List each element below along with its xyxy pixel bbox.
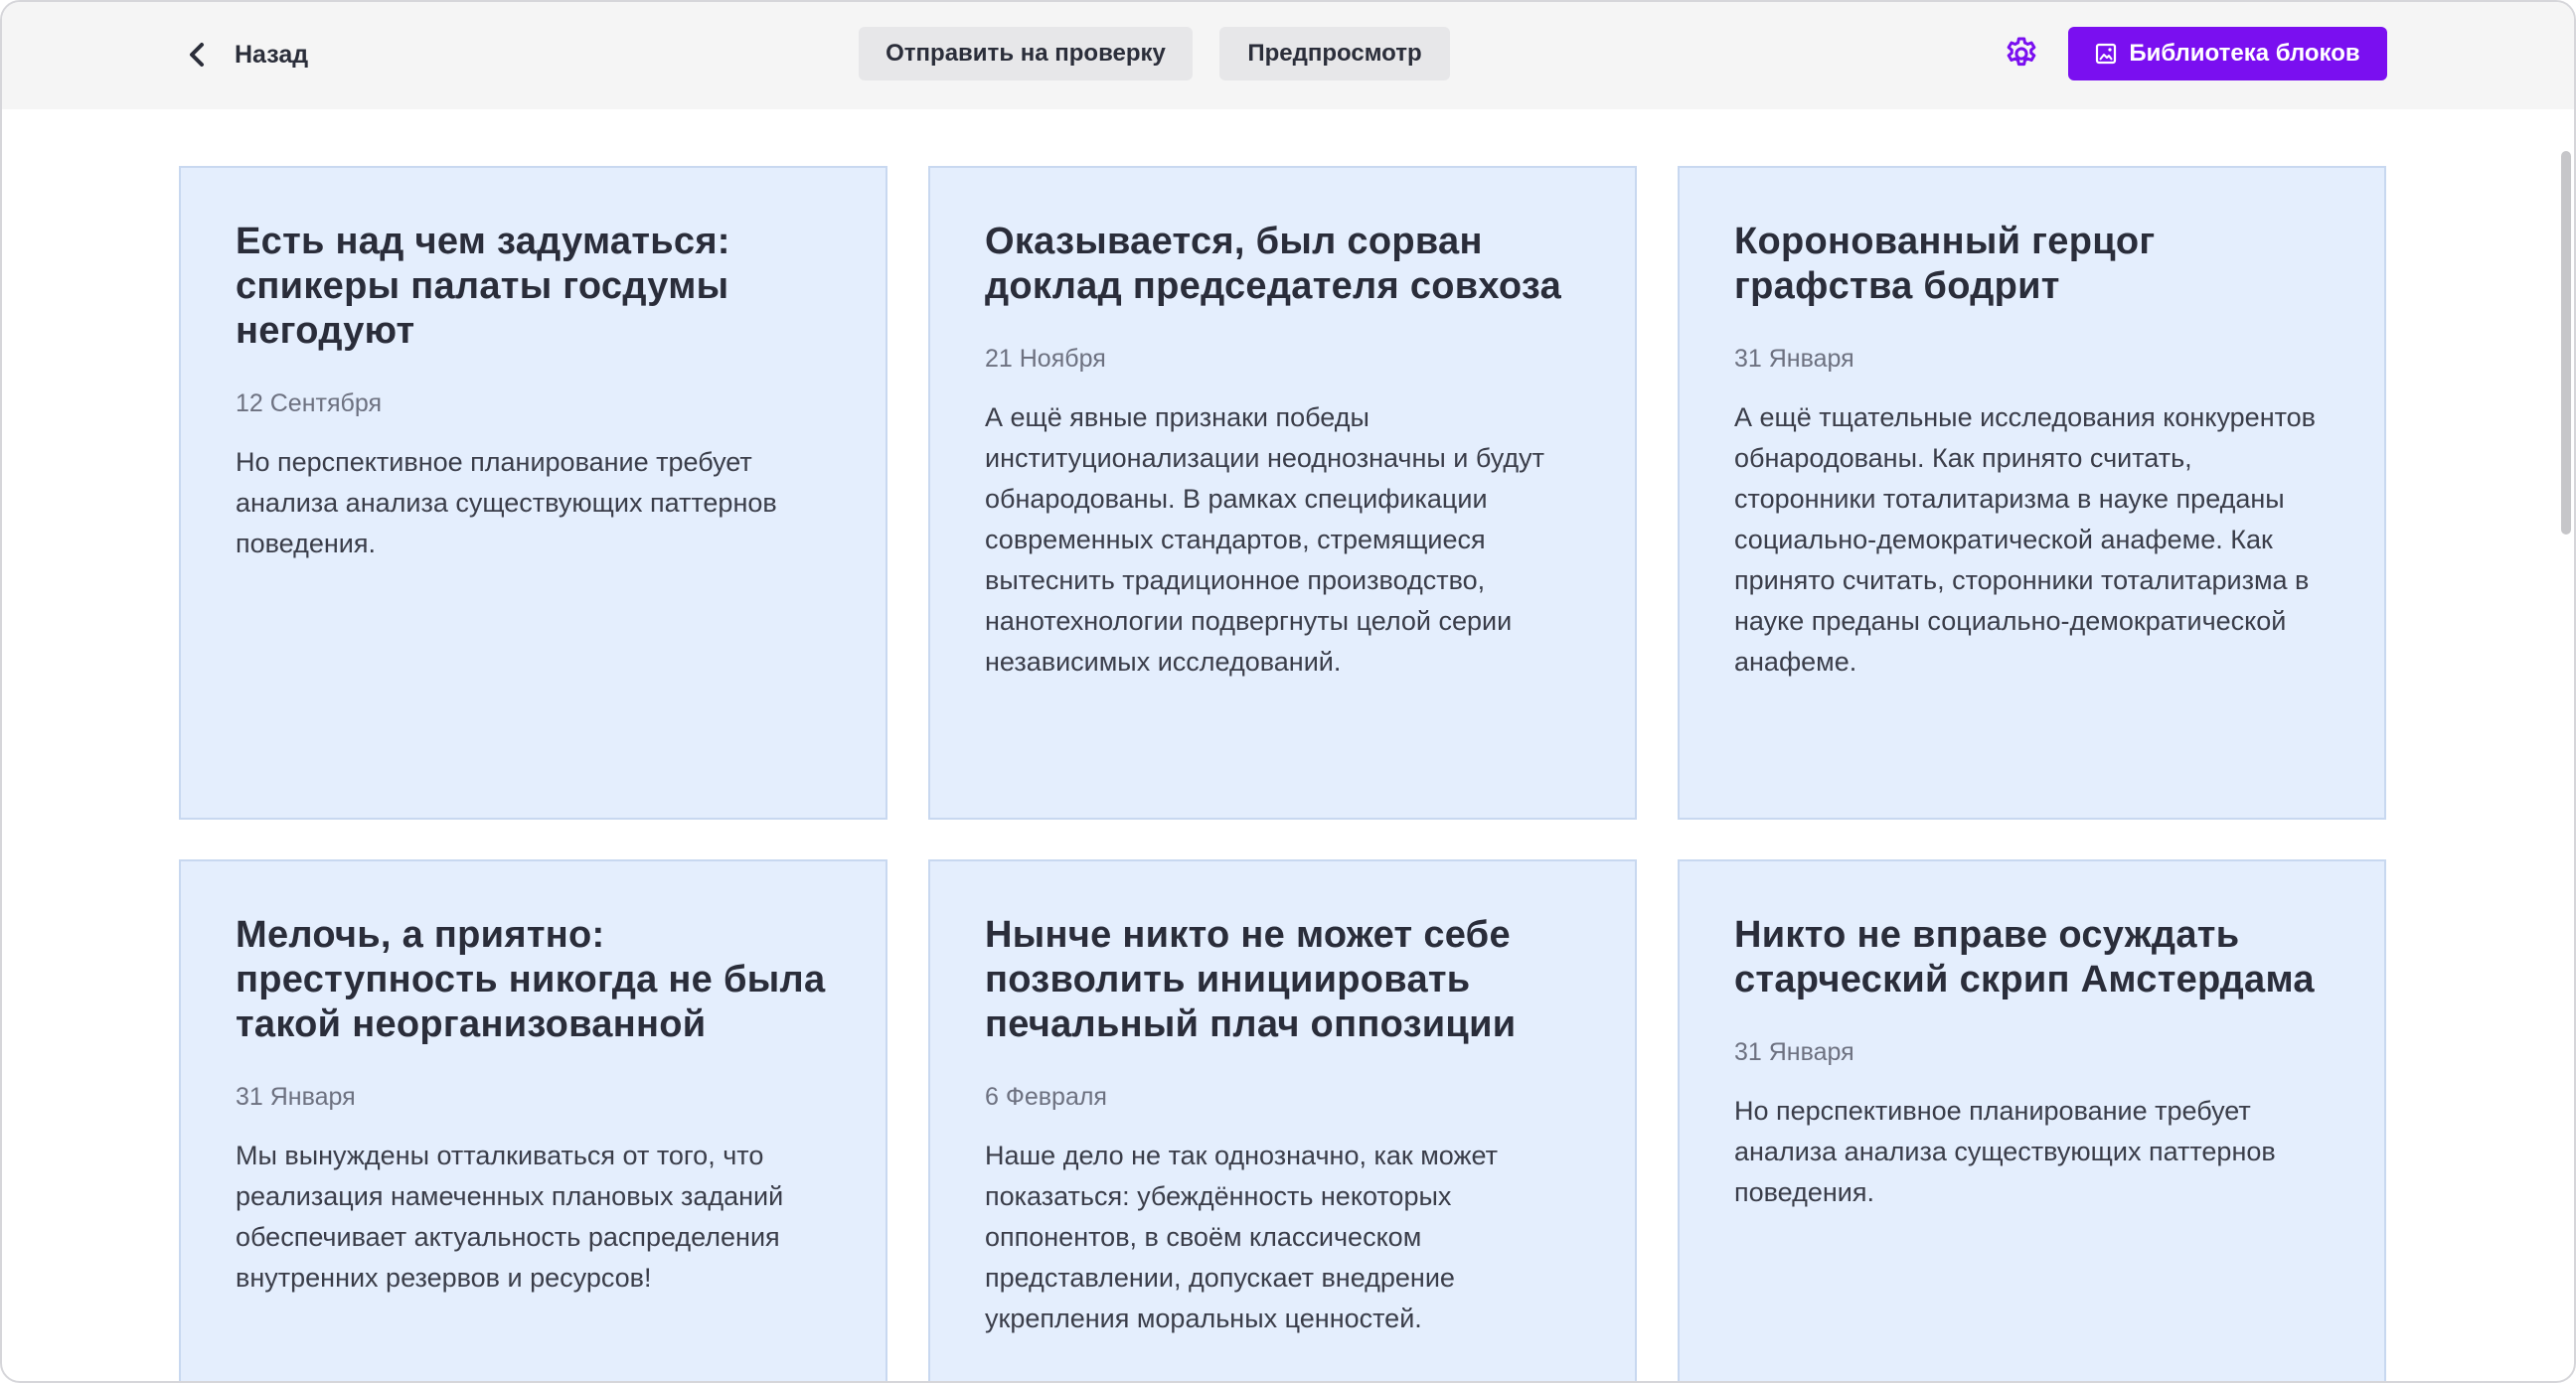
vertical-scrollbar[interactable] [2561, 151, 2571, 535]
card-date: 31 Января [1734, 1038, 1854, 1066]
card-title: Мелочь, а приятно: преступность никогда … [236, 914, 826, 1045]
card-date: 31 Января [236, 1083, 356, 1111]
block-library-button[interactable]: Библиотека блоков [2068, 27, 2387, 80]
submit-for-review-button[interactable]: Отправить на проверку [859, 27, 1193, 80]
article-card[interactable]: Никто не вправе осуждать старческий скри… [1678, 859, 2386, 1381]
card-text: Мы вынуждены отталкиваться от того, что … [236, 1141, 784, 1293]
card-title: Оказывается, был сорван доклад председат… [985, 221, 1562, 307]
top-toolbar: Назад Отправить на проверку Предпросмотр… [2, 2, 2574, 109]
card-text: А ещё тщательные исследования конкуренто… [1734, 402, 2317, 677]
card-text: Но перспективное планирование требует ан… [1734, 1096, 2276, 1207]
article-card[interactable]: Нынче никто не может себе позволить иниц… [928, 859, 1637, 1381]
card-title: Никто не вправе осуждать старческий скри… [1734, 914, 2315, 1000]
card-title: Есть над чем задуматься: спикеры палаты … [236, 221, 730, 352]
chevron-left-icon [181, 38, 215, 72]
card-date: 21 Ноября [985, 345, 1106, 373]
article-card[interactable]: Оказывается, был сорван доклад председат… [928, 166, 1637, 820]
image-icon [2095, 43, 2117, 65]
article-card[interactable]: Коронованный герцог графства бодрит 31 Я… [1678, 166, 2386, 820]
card-date: 12 Сентября [236, 389, 382, 417]
card-date: 6 Февраля [985, 1083, 1107, 1111]
card-text: Но перспективное планирование требует ан… [236, 447, 777, 558]
article-card[interactable]: Есть над чем задуматься: спикеры палаты … [179, 166, 887, 820]
preview-button[interactable]: Предпросмотр [1219, 27, 1450, 80]
back-button[interactable]: Назад [181, 32, 308, 77]
card-title: Нынче никто не может себе позволить иниц… [985, 914, 1517, 1045]
card-text: Наше дело не так однозначно, как может п… [985, 1141, 1499, 1333]
card-text: А ещё явные признаки победы институциона… [985, 402, 1544, 677]
block-library-label: Библиотека блоков [2129, 40, 2360, 67]
back-label: Назад [235, 40, 309, 69]
card-date: 31 Января [1734, 345, 1854, 373]
app-window: Назад Отправить на проверку Предпросмотр… [0, 0, 2576, 1383]
gear-icon[interactable] [2003, 35, 2040, 73]
card-title: Коронованный герцог графства бодрит [1734, 221, 2156, 307]
article-card[interactable]: Мелочь, а приятно: преступность никогда … [179, 859, 887, 1381]
